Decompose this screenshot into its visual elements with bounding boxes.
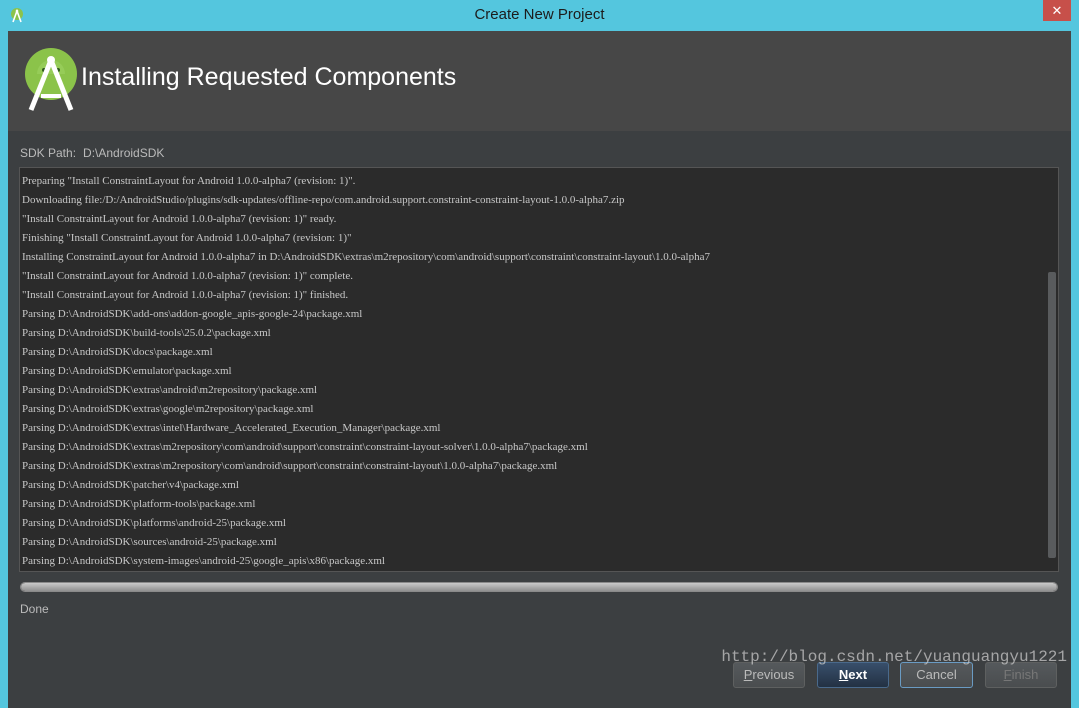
sdk-path-row: SDK Path: D:\AndroidSDK <box>20 146 164 160</box>
log-line: Parsing D:\AndroidSDK\extras\android\m2r… <box>22 384 318 396</box>
wizard-header: Installing Requested Components <box>8 31 1071 131</box>
cancel-button[interactable]: Cancel <box>900 662 973 688</box>
log-line: Parsing D:\AndroidSDK\emulator\package.x… <box>22 365 232 377</box>
log-line: Parsing D:\AndroidSDK\extras\m2repositor… <box>22 441 588 453</box>
finish-button[interactable]: Finish <box>985 662 1057 688</box>
next-button[interactable]: Next <box>817 662 889 688</box>
log-line: "Install ConstraintLayout for Android 1.… <box>22 289 349 301</box>
log-scrollbar[interactable] <box>1046 168 1058 571</box>
page-title: Installing Requested Components <box>81 63 457 91</box>
log-line: Parsing D:\AndroidSDK\extras\m2repositor… <box>22 460 558 472</box>
log-line: Parsing D:\AndroidSDK\patcher\v4\package… <box>22 479 239 491</box>
log-line: Installing ConstraintLayout for Android … <box>22 251 710 263</box>
window-title: Create New Project <box>474 6 605 23</box>
log-line: Parsing D:\AndroidSDK\system-images\andr… <box>22 555 385 567</box>
sdk-path-label: SDK Path: <box>20 146 77 160</box>
log-line: Downloading file:/D:/AndroidStudio/plugi… <box>22 194 625 206</box>
android-studio-logo-icon <box>25 48 77 111</box>
log-line: Parsing D:\AndroidSDK\build-tools\25.0.2… <box>22 327 271 339</box>
close-button[interactable]: ✕ <box>1043 0 1071 21</box>
log-line: "Install ConstraintLayout for Android 1.… <box>22 213 337 225</box>
log-line: Preparing "Install ConstraintLayout for … <box>22 175 356 187</box>
log-line: Parsing D:\AndroidSDK\platforms\android-… <box>22 517 286 529</box>
close-icon: ✕ <box>1051 3 1063 18</box>
log-line: Parsing D:\AndroidSDK\extras\google\m2re… <box>22 403 314 415</box>
install-progress-fill <box>21 583 1057 591</box>
previous-button[interactable]: Previous <box>733 662 805 688</box>
install-log[interactable]: Preparing "Install ConstraintLayout for … <box>19 167 1059 572</box>
log-line: Parsing D:\AndroidSDK\add-ons\addon-goog… <box>22 308 363 320</box>
dialog-content: Installing Requested Components SDK Path… <box>8 31 1071 708</box>
title-bar[interactable]: Create New Project ✕ <box>0 0 1079 31</box>
install-progress-bar <box>20 582 1058 592</box>
log-scrollbar-thumb[interactable] <box>1048 272 1056 558</box>
sdk-path-value: D:\AndroidSDK <box>83 146 165 160</box>
log-line: Finishing "Install ConstraintLayout for … <box>22 232 352 244</box>
log-line: Parsing D:\AndroidSDK\platform-tools\pac… <box>22 498 256 510</box>
status-text: Done <box>20 602 49 616</box>
log-lines: Preparing "Install ConstraintLayout for … <box>22 172 1044 571</box>
log-line: Parsing D:\AndroidSDK\docs\package.xml <box>22 346 213 358</box>
log-line: Parsing D:\AndroidSDK\extras\intel\Hardw… <box>22 422 441 434</box>
log-line: Parsing D:\AndroidSDK\sources\android-25… <box>22 536 277 548</box>
log-line: "Install ConstraintLayout for Android 1.… <box>22 270 353 282</box>
